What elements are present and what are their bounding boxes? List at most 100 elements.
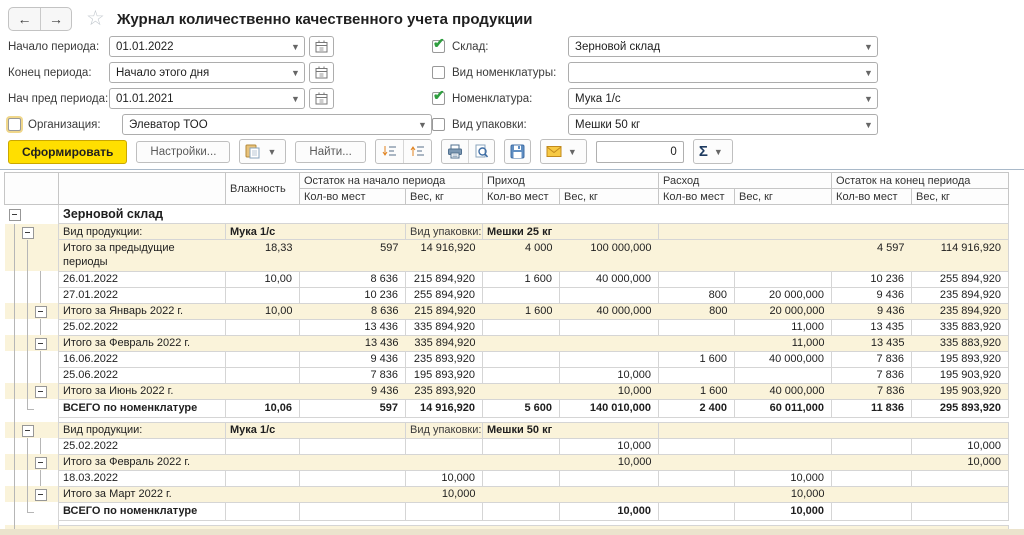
row-label[interactable]: 25.02.2022 [59,319,226,335]
save-button[interactable] [505,140,530,163]
row-label[interactable]: 25.06.2022 [59,367,226,383]
table-cell[interactable]: 4 597 [832,240,912,272]
table-cell[interactable] [300,486,406,502]
table-cell[interactable]: 7 836 [832,367,912,383]
item-type-field[interactable]: ▼ [568,62,878,83]
table-cell[interactable] [300,502,406,520]
table-cell[interactable]: 8 636 [300,271,406,287]
table-cell[interactable] [659,319,735,335]
table-cell[interactable]: 255 894,920 [912,271,1009,287]
table-cell[interactable] [226,319,300,335]
table-cell[interactable]: 235 894,920 [912,287,1009,303]
expand-groups-button[interactable] [403,140,431,163]
table-cell[interactable] [560,486,659,502]
table-cell[interactable]: 40 000,000 [560,271,659,287]
table-cell[interactable]: 10,000 [735,486,832,502]
chevron-down-icon[interactable]: ▼ [287,42,304,52]
table-cell[interactable]: 60 011,000 [735,399,832,417]
warehouse-field[interactable]: Зерновой склад ▼ [568,36,878,57]
table-cell[interactable] [226,438,300,454]
period-end-field[interactable]: Начало этого дня ▼ [109,62,305,83]
table-cell[interactable]: 235 893,920 [406,383,483,399]
table-cell[interactable] [406,454,483,470]
table-cell[interactable]: 215 894,920 [406,303,483,319]
collapse-toggle-icon[interactable] [34,486,47,502]
horizontal-scrollbar[interactable] [0,529,1024,535]
table-cell[interactable]: 114 916,920 [912,240,1009,272]
band-pack-value[interactable]: Мешки 25 кг [483,224,659,240]
band-product-label[interactable]: Вид продукции: [59,422,226,438]
chevron-down-icon[interactable]: ▼ [860,120,877,130]
collapse-toggle-icon[interactable] [34,383,47,399]
table-cell[interactable]: 140 010,000 [560,399,659,417]
table-cell[interactable]: 10 236 [300,287,406,303]
table-cell[interactable] [226,470,300,486]
row-label[interactable]: 26.01.2022 [59,271,226,287]
table-cell[interactable]: 335 894,920 [406,335,483,351]
group-row-label[interactable]: Зерновой склад [59,205,1009,224]
table-cell[interactable] [226,383,300,399]
table-cell[interactable]: 215 894,920 [406,271,483,287]
warehouse-checkbox[interactable] [432,40,445,53]
table-cell[interactable] [483,454,560,470]
table-cell[interactable]: 295 893,920 [912,399,1009,417]
table-cell[interactable]: 9 436 [300,383,406,399]
table-cell[interactable] [735,240,832,272]
table-cell[interactable] [560,335,659,351]
table-cell[interactable] [735,271,832,287]
band-product-value[interactable]: Мука 1/с [226,422,406,438]
table-cell[interactable] [735,438,832,454]
table-cell[interactable]: 195 893,920 [406,367,483,383]
autosum-button[interactable]: Σ ▼ [694,140,732,163]
table-cell[interactable]: 10,000 [406,486,483,502]
organization-field[interactable]: Элеватор ТОО ▼ [122,114,432,135]
table-cell[interactable] [226,502,300,520]
table-cell[interactable] [912,502,1009,520]
table-cell[interactable]: 11 836 [832,399,912,417]
table-cell[interactable]: 10,000 [735,502,832,520]
table-cell[interactable] [406,438,483,454]
table-cell[interactable]: 5 600 [483,399,560,417]
table-cell[interactable] [560,351,659,367]
table-cell[interactable] [483,438,560,454]
table-cell[interactable]: 18,33 [226,240,300,272]
packaging-checkbox[interactable] [432,118,445,131]
table-cell[interactable]: 10,000 [560,454,659,470]
chevron-down-icon[interactable]: ▼ [287,68,304,78]
table-cell[interactable] [483,502,560,520]
table-cell[interactable] [659,438,735,454]
table-cell[interactable]: 4 000 [483,240,560,272]
item-type-checkbox[interactable] [432,66,445,79]
table-cell[interactable]: 597 [300,399,406,417]
counter-input[interactable]: 0 [596,141,684,163]
table-cell[interactable]: 20 000,000 [735,303,832,319]
table-cell[interactable] [406,502,483,520]
table-cell[interactable] [659,271,735,287]
table-cell[interactable] [735,454,832,470]
table-cell[interactable]: 10,000 [560,438,659,454]
table-cell[interactable]: 10,000 [912,438,1009,454]
row-label[interactable]: Итого за Февраль 2022 г. [59,454,226,470]
table-cell[interactable]: 11,000 [735,335,832,351]
table-cell[interactable]: 195 903,920 [912,367,1009,383]
table-cell[interactable]: 195 903,920 [912,383,1009,399]
calendar-button[interactable] [309,62,334,83]
table-cell[interactable]: 7 836 [300,367,406,383]
table-cell[interactable]: 8 636 [300,303,406,319]
table-cell[interactable]: 10,000 [912,454,1009,470]
table-cell[interactable] [659,367,735,383]
collapse-toggle-icon[interactable] [34,303,47,319]
chevron-down-icon[interactable]: ▼ [564,147,581,157]
table-cell[interactable]: 100 000,000 [560,240,659,272]
row-label[interactable]: Итого за Февраль 2022 г. [59,335,226,351]
table-cell[interactable]: 7 836 [832,383,912,399]
row-label[interactable]: 18.03.2022 [59,470,226,486]
table-cell[interactable]: 20 000,000 [735,287,832,303]
table-cell[interactable] [659,470,735,486]
table-cell[interactable]: 1 600 [483,303,560,319]
table-cell[interactable]: 14 916,920 [406,399,483,417]
packaging-field[interactable]: Мешки 50 кг ▼ [568,114,878,135]
table-cell[interactable] [659,502,735,520]
row-label[interactable]: Итого за предыдущие периоды [59,240,226,272]
table-cell[interactable] [226,335,300,351]
